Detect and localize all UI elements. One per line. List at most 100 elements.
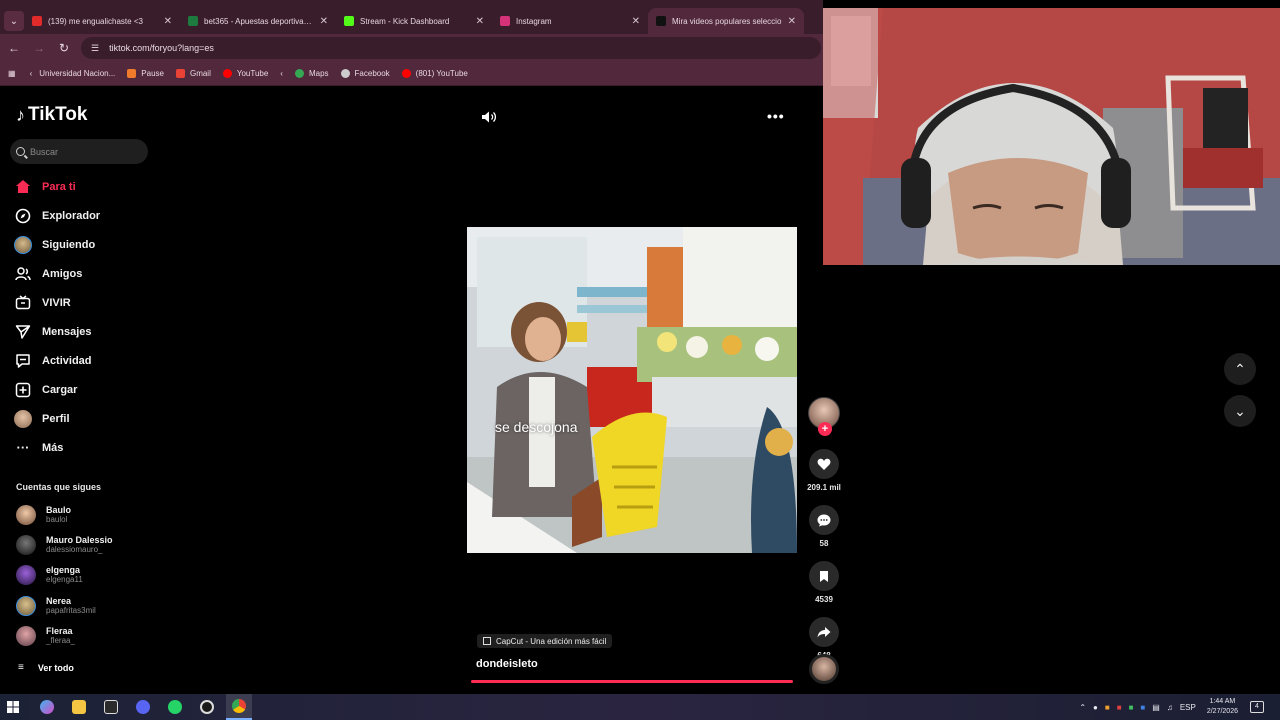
bookmark-kick[interactable]: ‹ [280,69,283,78]
tiktok-logo[interactable]: ♪ TikTok [16,104,87,126]
tray-app-icon[interactable]: ■ [1140,703,1145,712]
url-input[interactable]: ☰ tiktok.com/foryou?lang=es [81,37,821,59]
account-item-baulo[interactable]: Baulo baulol [16,505,71,525]
sidebar-item-perfil[interactable]: Perfil [14,404,100,433]
tab-youtube[interactable]: (139) me engualichaste <3 ✕ [24,8,180,34]
video-caption: se descojona [495,419,578,435]
sidebar-menu: Para ti Explorador Siguiendo Amigos VIVI… [14,172,100,462]
creator-avatar[interactable]: + [808,397,840,436]
activity-icon [14,352,32,370]
close-icon[interactable]: ✕ [632,16,640,27]
file-explorer-icon[interactable] [66,694,92,720]
sidebar-item-siguiendo[interactable]: Siguiendo [14,230,100,259]
bookmark-universidad[interactable]: ‹ Universidad Nacion... [30,69,116,78]
tiktok-note-icon: ♪ [16,104,25,125]
following-accounts-title: Cuentas que sigues [16,482,102,492]
sidebar-item-mensajes[interactable]: Mensajes [14,317,100,346]
volume-icon[interactable]: ♫ [1167,703,1173,712]
apps-icon[interactable]: ▦ [8,69,16,78]
action-rail: + 209.1 mil 58 4539 648 [806,397,842,660]
copilot-icon[interactable] [34,694,60,720]
search-input[interactable]: Buscar [10,139,148,164]
reload-icon[interactable]: ↻ [53,41,75,55]
sidebar-item-mas[interactable]: ··· Más [14,433,100,462]
start-icon[interactable] [0,694,26,720]
clock[interactable]: 1:44 AM 2/27/2026 [1207,697,1238,717]
tab-bet365[interactable]: bet365 - Apuestas deportivas e ✕ [180,8,336,34]
share-button[interactable] [809,617,839,647]
account-name: Nerea [46,596,72,606]
sidebar-item-amigos[interactable]: Amigos [14,259,100,288]
tab-bar: ⌄ (139) me engualichaste <3 ✕ bet365 - A… [0,8,823,34]
close-icon[interactable]: ✕ [476,16,484,27]
tab-kick[interactable]: Stream - Kick Dashboard ✕ [336,8,492,34]
sidebar-item-label: Mensajes [42,325,92,338]
sidebar-item-para-ti[interactable]: Para ti [14,172,100,201]
live-icon [14,294,32,312]
forward-icon[interactable]: → [28,41,50,55]
network-icon[interactable]: ▤ [1152,703,1160,712]
url-text: tiktok.com/foryou?lang=es [109,43,214,53]
tray-app-icon[interactable]: ■ [1117,703,1122,712]
bookmark-maps[interactable]: Maps [294,69,329,78]
microphone-icon[interactable]: ● [1093,703,1098,712]
bookmark-pause[interactable]: Pause [127,69,164,78]
account-item-nerea[interactable]: Nerea papafritas3mil [16,596,96,616]
close-icon[interactable]: ✕ [320,16,328,27]
capcut-tag[interactable]: CapCut - Una edición más fácil [477,634,613,648]
video-progress-bar[interactable] [471,680,793,683]
youtube-icon [401,69,411,78]
video-player[interactable]: se descojona [467,227,797,553]
video-author[interactable]: dondeisleto [476,658,538,670]
volume-icon[interactable] [481,110,497,127]
like-count: 209.1 mil [807,483,841,492]
youtube-icon [222,69,232,78]
account-item-fleraa[interactable]: Fleraa _fleraa_ [16,626,75,646]
sidebar-item-actividad[interactable]: Actividad [14,346,100,375]
chrome-icon[interactable] [226,694,252,720]
close-icon[interactable]: ✕ [788,16,796,27]
sidebar-item-explorador[interactable]: Explorador [14,201,100,230]
tab-tiktok[interactable]: Mira videos populares seleccio ✕ [648,8,804,34]
chevron-up-icon[interactable]: ⌃ [1079,703,1086,712]
account-handle: dalessiomauro_ [46,545,103,554]
notification-icon[interactable]: 4 [1250,701,1264,713]
bookmark-youtube[interactable]: YouTube [222,69,268,78]
sidebar-item-label: Para ti [42,180,76,193]
bookmark-facebook[interactable]: Facebook [340,69,390,78]
language-indicator[interactable]: ESP [1180,703,1196,712]
sidebar-item-label: Más [42,441,64,454]
obs-icon[interactable] [194,694,220,720]
close-icon[interactable]: ✕ [164,16,172,27]
clock-time: 1:44 AM [1209,698,1236,705]
tab-instagram[interactable]: Instagram ✕ [492,8,648,34]
tab-search-button[interactable]: ⌄ [4,11,24,31]
previous-video-button[interactable]: ⌃ [1224,353,1256,385]
see-all-link[interactable]: ≡ Ver todo [18,662,74,673]
whatsapp-icon[interactable] [162,694,188,720]
follow-plus-icon[interactable]: + [818,422,832,436]
like-button[interactable] [809,449,839,479]
account-item-mauro[interactable]: Mauro Dalessio dalessiomauro_ [16,535,113,555]
music-disc-avatar[interactable] [809,654,839,684]
epic-games-icon[interactable] [98,694,124,720]
account-item-elgenga[interactable]: elgenga elgenga11 [16,565,83,585]
avatar [16,626,36,646]
save-button[interactable] [809,561,839,591]
next-video-button[interactable]: ⌄ [1224,395,1256,427]
home-icon [14,178,32,196]
capcut-label: CapCut - Una edición más fácil [496,636,607,646]
bookmark-youtube-801[interactable]: (801) YouTube [401,69,468,78]
comment-button[interactable] [809,505,839,535]
back-icon[interactable]: ← [3,41,25,55]
tray-app-icon[interactable]: ■ [1129,703,1134,712]
bookmark-gmail[interactable]: Gmail [175,69,211,78]
sidebar-item-label: Cargar [42,383,78,396]
more-options-icon[interactable]: ••• [767,108,785,124]
site-info-icon[interactable]: ☰ [91,43,99,54]
sidebar-item-vivir[interactable]: VIVIR [14,288,100,317]
discord-icon[interactable] [130,694,156,720]
sidebar-item-cargar[interactable]: Cargar [14,375,100,404]
tray-app-icon[interactable]: ■ [1105,703,1110,712]
share-icon [817,627,831,638]
